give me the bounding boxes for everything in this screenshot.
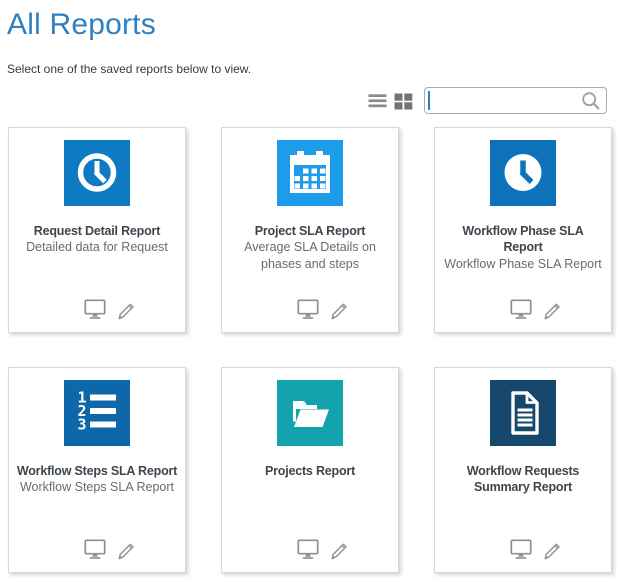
pencil-icon [541, 299, 562, 320]
view-report-button[interactable] [84, 539, 106, 560]
report-title: Request Detail Report [34, 223, 160, 239]
page-subtitle: Select one of the saved reports below to… [7, 62, 628, 76]
report-icon-tile [277, 380, 343, 446]
report-subtitle: Detailed data for Request [26, 239, 168, 255]
report-icon-tile: 1 2 3 [64, 380, 130, 446]
view-report-button[interactable] [510, 539, 532, 560]
pencil-icon [328, 299, 349, 320]
report-card-project-sla[interactable]: Project SLA Report Average SLA Details o… [221, 127, 399, 333]
edit-report-button[interactable] [328, 539, 349, 560]
monitor-icon [297, 539, 319, 560]
card-actions [297, 539, 349, 572]
pencil-icon [115, 299, 136, 320]
card-actions [510, 539, 562, 572]
pencil-icon [541, 539, 562, 560]
monitor-icon [510, 299, 532, 320]
report-icon-tile [490, 380, 556, 446]
clock-outline-icon [64, 140, 130, 206]
pencil-icon [328, 539, 349, 560]
reports-grid: Request Detail Report Detailed data for … [8, 127, 628, 573]
search-button[interactable] [581, 91, 601, 111]
view-report-button[interactable] [297, 299, 319, 320]
report-subtitle: Workflow Phase SLA Report [444, 256, 601, 272]
clock-filled-icon [490, 140, 556, 206]
list-view-icon [368, 93, 387, 109]
edit-report-button[interactable] [115, 299, 136, 320]
document-icon [490, 380, 556, 446]
report-subtitle: Average SLA Details on phases and steps [244, 239, 376, 272]
numbered-list-icon: 1 2 3 [64, 380, 130, 446]
svg-text:3: 3 [77, 416, 86, 434]
card-actions [510, 299, 562, 332]
report-title: Projects Report [265, 463, 355, 479]
edit-report-button[interactable] [115, 539, 136, 560]
text-caret [428, 91, 430, 110]
edit-report-button[interactable] [328, 299, 349, 320]
report-card-workflow-steps-sla[interactable]: 1 2 3 Workflow Steps SLA Report Workflow… [8, 367, 186, 573]
monitor-icon [297, 299, 319, 320]
search-input[interactable] [425, 89, 581, 112]
pencil-icon [115, 539, 136, 560]
edit-report-button[interactable] [541, 539, 562, 560]
card-actions [84, 539, 136, 572]
monitor-icon [510, 539, 532, 560]
report-subtitle: Workflow Steps SLA Report [20, 479, 174, 495]
grid-view-button[interactable] [392, 90, 414, 112]
report-title: Workflow Requests Summary Report [467, 463, 579, 496]
report-title: Workflow Phase SLA Report [462, 223, 583, 256]
toolbar [0, 87, 628, 114]
edit-report-button[interactable] [541, 299, 562, 320]
card-actions [297, 299, 349, 332]
folder-open-icon [277, 380, 343, 446]
monitor-icon [84, 539, 106, 560]
search-box [424, 87, 607, 114]
grid-view-icon [394, 92, 413, 110]
report-card-request-detail[interactable]: Request Detail Report Detailed data for … [8, 127, 186, 333]
page-title: All Reports [7, 8, 628, 41]
report-icon-tile [277, 140, 343, 206]
view-report-button[interactable] [297, 539, 319, 560]
report-card-workflow-requests-summary[interactable]: Workflow Requests Summary Report [434, 367, 612, 573]
view-report-button[interactable] [84, 299, 106, 320]
report-title: Project SLA Report [255, 223, 366, 239]
monitor-icon [84, 299, 106, 320]
all-reports-page: All Reports Select one of the saved repo… [0, 8, 628, 582]
report-icon-tile [64, 140, 130, 206]
report-title: Workflow Steps SLA Report [17, 463, 177, 479]
magnifier-icon [581, 91, 601, 111]
calendar-icon [277, 140, 343, 206]
report-card-projects[interactable]: Projects Report [221, 367, 399, 573]
report-icon-tile [490, 140, 556, 206]
card-actions [84, 299, 136, 332]
report-card-workflow-phase-sla[interactable]: Workflow Phase SLA Report Workflow Phase… [434, 127, 612, 333]
list-view-button[interactable] [366, 90, 388, 112]
view-report-button[interactable] [510, 299, 532, 320]
